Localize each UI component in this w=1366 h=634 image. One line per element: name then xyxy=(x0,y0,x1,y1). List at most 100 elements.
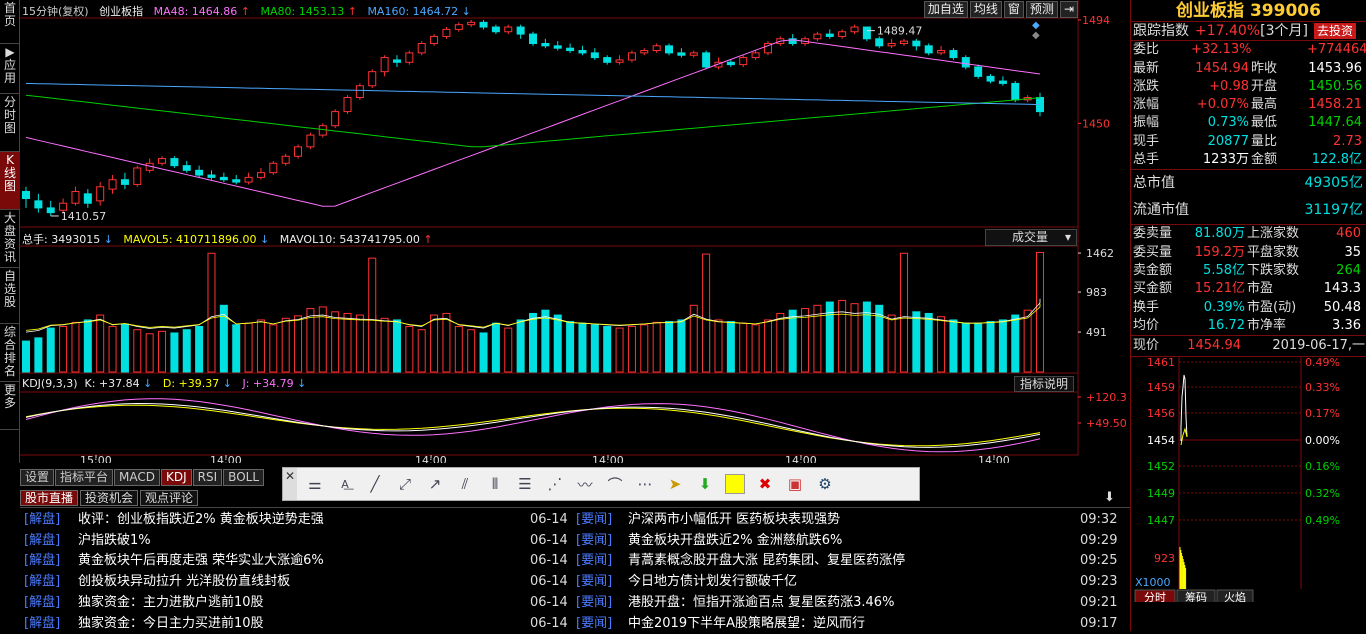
volume-bar xyxy=(332,312,339,372)
volume-bar xyxy=(146,334,153,372)
mini-pct-label: 0.00% xyxy=(1305,434,1340,447)
volume-bar xyxy=(616,328,623,372)
quote-value: 81.80万 xyxy=(1179,225,1245,243)
quote-date: 2019-06-17,一 xyxy=(1241,336,1365,356)
sidebar-item-apps[interactable]: ▶应用 xyxy=(0,44,20,94)
kdj-d-line xyxy=(26,405,1040,446)
volume-bar xyxy=(975,323,982,372)
exit-icon[interactable]: ⇥ xyxy=(1060,1,1078,18)
tab-opinion[interactable]: 观点评论 xyxy=(140,490,198,506)
candle-body xyxy=(653,46,660,51)
candle-body xyxy=(208,175,215,177)
news-title[interactable]: 黄金板块午后再度走强 荣华实业大涨逾6% xyxy=(78,551,324,571)
candle-body xyxy=(505,27,512,32)
now-label: 现价 xyxy=(1131,336,1171,356)
list-item[interactable]: [解盘]独家资金：主力进散户逃前10股06-14[要闻]港股开盘：恒指开涨逾百点… xyxy=(24,593,1124,614)
track-period[interactable]: [3个月] xyxy=(1260,22,1308,40)
volume-bar xyxy=(851,304,858,372)
ma-button[interactable]: 均线 xyxy=(970,1,1002,18)
volume-axis-label: 983 xyxy=(1086,286,1107,299)
volume-bar xyxy=(777,313,784,372)
volume-bar xyxy=(418,330,425,372)
candle-body xyxy=(159,159,166,164)
window-button[interactable]: 窗 xyxy=(1004,1,1024,18)
news-title[interactable]: 独家资金：主力进散户逃前10股 xyxy=(78,593,264,613)
list-item[interactable]: [解盘]黄金板块午后再度走强 荣华实业大涨逾6%06-14[要闻]青蒿素概念股开… xyxy=(24,551,1124,572)
float-mv-row: 流通市值 31197亿 xyxy=(1131,197,1366,224)
candle-body xyxy=(641,51,648,53)
quote-value: 1453.96 xyxy=(1307,60,1362,78)
sidebar-item-rank[interactable]: 综合排名 xyxy=(0,324,20,382)
tab-boll[interactable]: BOLL xyxy=(223,469,264,486)
volume-bar xyxy=(406,326,413,372)
candle-body xyxy=(962,58,969,67)
news-title[interactable]: 收评：创业板指跌近2% 黄金板块逆势走强 xyxy=(78,510,324,530)
news-tag: [解盘] xyxy=(24,551,60,571)
news-title[interactable]: 青蒿素概念股开盘大涨 昆药集团、复星医药涨停 xyxy=(628,551,905,571)
chart-header: 15分钟(复权) 创业板指 MA48: 1464.86 ↑ MA80: 1453… xyxy=(22,3,471,19)
go-invest-button[interactable]: 去投资 xyxy=(1314,23,1356,39)
candle-body xyxy=(517,27,524,34)
news-title[interactable]: 今日地方债计划发行额破千亿 xyxy=(628,572,797,592)
news-title[interactable]: 黄金板块开盘跌近2% 金洲慈航跌6% xyxy=(628,531,842,551)
volume-bar xyxy=(431,315,438,372)
sidebar-item-home[interactable]: 首页 xyxy=(0,0,20,44)
tab-macd[interactable]: MACD xyxy=(114,469,160,486)
quote-label: 市净率 xyxy=(1245,317,1315,335)
volume-bar xyxy=(839,300,846,372)
download-icon[interactable]: ⬇ xyxy=(1104,490,1115,505)
intraday-mini-chart[interactable]: 14611459145614541452144914479230.49%0.33… xyxy=(1131,356,1366,602)
volume-bar xyxy=(554,315,561,372)
news-title[interactable]: 沪深两市小幅低开 医药板块表现强势 xyxy=(628,510,840,530)
quote-panel: 创业板指 399006 跟踪指数 +17.40% [3个月] 去投资 委比+32… xyxy=(1130,0,1366,631)
side-navigation: 首页▶应用分时图K线图大盘资讯自选股综合排名更多 xyxy=(0,0,20,463)
candle-body xyxy=(270,163,277,172)
kdj-j: J: +34.79 xyxy=(242,377,293,390)
kdj-header: KDJ(9,3,3) K: +37.84 ↓ D: +39.37 ↓ J: +3… xyxy=(22,377,306,390)
quote-label: 最新 xyxy=(1131,60,1191,78)
volume-unit-label: X1000 xyxy=(1135,576,1171,589)
list-item[interactable]: [解盘]创投板块异动拉升 光洋股份直线封板06-14[要闻]今日地方债计划发行额… xyxy=(24,572,1124,593)
tab-rsi[interactable]: RSI xyxy=(193,469,223,486)
add-watch-button[interactable]: 加自选 xyxy=(924,1,968,18)
tab-指标平台[interactable]: 指标平台 xyxy=(55,469,113,486)
quote-value: 16.72 xyxy=(1179,317,1245,335)
indicator-explain-button[interactable]: 指标说明 xyxy=(1014,376,1074,392)
tab-kdj[interactable]: KDJ xyxy=(161,469,192,486)
total-mv-row: 总市值 49305亿 xyxy=(1131,170,1366,197)
news-title[interactable]: 港股开盘：恒指开涨逾百点 复星医药涨3.46% xyxy=(628,593,894,613)
sidebar-item-more[interactable]: 更多 xyxy=(0,382,20,430)
sidebar-item-watch[interactable]: 自选股 xyxy=(0,268,20,324)
news-tag: [解盘] xyxy=(24,593,60,613)
tab-live[interactable]: 股市直播 xyxy=(20,490,78,506)
sidebar-item-timeshare[interactable]: 分时图 xyxy=(0,94,20,152)
quote-label: 金额 xyxy=(1249,151,1307,169)
candle-body xyxy=(233,180,240,182)
volume-bar xyxy=(23,341,30,372)
list-item[interactable]: [解盘]沪指跌破1%06-14[要闻]黄金板块开盘跌近2% 金洲慈航跌6%09:… xyxy=(24,531,1124,552)
mini-price-label: 1449 xyxy=(1147,487,1175,500)
mini-price-label: 1447 xyxy=(1147,514,1175,527)
volume-header: 总手: 3493015 ↓ MAVOL5: 410711896.00 ↓ MAV… xyxy=(22,231,433,247)
tab-opportunity[interactable]: 投资机会 xyxy=(80,490,138,506)
quote-value: 5.58亿 xyxy=(1179,262,1245,280)
volume-bar xyxy=(727,322,734,372)
sidebar-item-kline[interactable]: K线图 xyxy=(0,152,20,210)
sidebar-item-market[interactable]: 大盘资讯 xyxy=(0,210,20,268)
mavol5: MAVOL5: 410711896.00 xyxy=(123,233,256,246)
quote-value: 460 xyxy=(1315,225,1361,243)
quote-label: 最低 xyxy=(1249,114,1307,132)
volume-indicator-dropdown[interactable]: 成交量▾ xyxy=(985,229,1077,246)
list-item[interactable]: [解盘]收评：创业板指跌近2% 黄金板块逆势走强06-14[要闻]沪深两市小幅低… xyxy=(24,510,1124,531)
quote-row: 卖金额5.58亿下跌家数264 xyxy=(1131,262,1366,280)
news-title[interactable]: 创投板块异动拉升 光洋股份直线封板 xyxy=(78,572,290,592)
kdj-k: K: +37.84 xyxy=(85,377,140,390)
forecast-button[interactable]: 预测 xyxy=(1026,1,1058,18)
news-title[interactable]: 沪指跌破1% xyxy=(78,531,151,551)
candle-body xyxy=(913,41,920,46)
tab-设置[interactable]: 设置 xyxy=(20,469,54,486)
quote-value: 0.39% xyxy=(1179,299,1245,317)
total-mv-label: 总市值 xyxy=(1131,170,1249,197)
quote-label: 昨收 xyxy=(1249,60,1307,78)
quote-label xyxy=(1249,41,1307,59)
